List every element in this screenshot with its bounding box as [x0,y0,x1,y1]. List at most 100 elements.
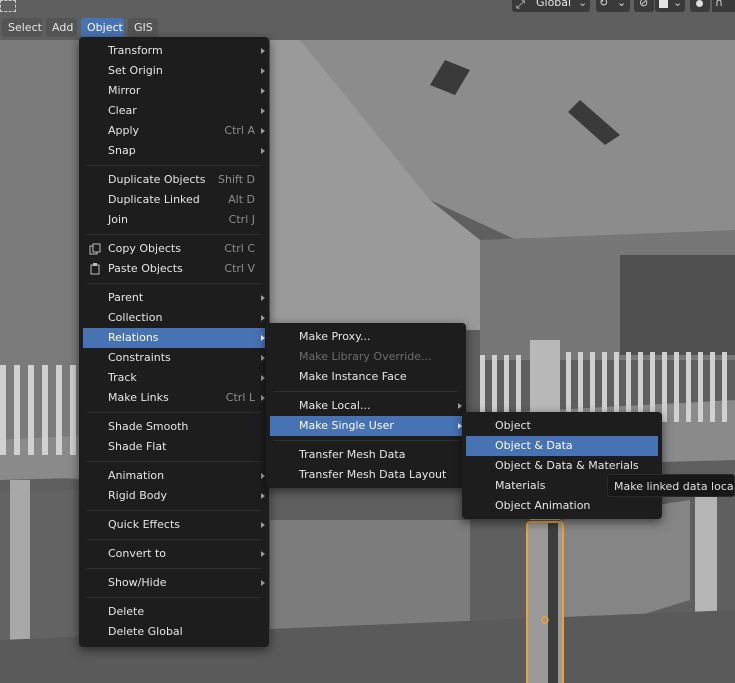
menu-item-convert-to[interactable]: Convert to [83,544,265,564]
submenu-arrow-icon [261,551,265,557]
shortcut-label: Ctrl J [228,213,255,226]
add-menu-button[interactable]: Add [46,18,77,37]
menu-item-make-instance-face[interactable]: Make Instance Face [270,367,462,387]
menu-item-parent[interactable]: Parent [83,288,265,308]
menu-item-constraints[interactable]: Constraints [83,348,265,368]
falloff-curve-icon: ∩ [715,0,724,9]
menu-item-shade-smooth[interactable]: Shade Smooth [83,417,265,437]
gis-menu-button[interactable]: GIS [128,18,158,37]
transform-orientation-dropdown[interactable]: ⤢ Global ⌄ [512,0,590,12]
menu-item-transfer-mesh-data[interactable]: Transfer Mesh Data [270,445,462,465]
menu-item-label: Transfer Mesh Data Layout [299,468,447,481]
menu-item-object-data-materials[interactable]: Object & Data & Materials [466,456,658,476]
submenu-arrow-icon [261,335,265,341]
menu-item-transform[interactable]: Transform [83,41,265,61]
menu-item-object-and-data[interactable]: Object & Data [466,436,658,456]
menu-item-label: Transfer Mesh Data [299,448,406,461]
menu-item-set-origin[interactable]: Set Origin [83,61,265,81]
submenu-arrow-icon [261,68,265,74]
magnet-icon: ⊘ [639,0,649,9]
menu-item-label: Transform [108,44,163,57]
select-menu-button[interactable]: Select [2,18,42,37]
menu-item-object[interactable]: Object [466,416,658,436]
snap-toggle[interactable]: ⊘ [634,0,654,12]
menu-item-label: Shade Smooth [108,420,189,433]
menu-item-label: Set Origin [108,64,163,77]
menu-item-label: Object Animation [495,499,591,512]
menu-item-delete-global[interactable]: Delete Global [83,622,265,642]
menu-item-make-links[interactable]: Make Links Ctrl L [83,388,265,408]
menu-item-label: Show/Hide [108,576,167,589]
mode-icon[interactable] [0,0,16,12]
menu-item-label: Clear [108,104,137,117]
proportional-edit-toggle[interactable] [690,0,710,12]
pivot-icon: ↻ [599,0,609,9]
menu-item-duplicate-objects[interactable]: Duplicate Objects Shift D [83,170,265,190]
menu-separator [87,234,261,235]
paste-icon [90,263,100,275]
menu-item-label: Materials [495,479,546,492]
menu-separator [87,568,261,569]
falloff-dropdown[interactable]: ∩ [712,0,735,12]
shortcut-label: Shift D [218,173,255,186]
menu-item-shade-flat[interactable]: Shade Flat [83,437,265,457]
submenu-arrow-icon [261,493,265,499]
menu-item-delete[interactable]: Delete [83,602,265,622]
submenu-arrow-icon [261,148,265,154]
menu-item-label: Relations [108,331,159,344]
menu-item-collection[interactable]: Collection [83,308,265,328]
menu-item-label: Make Local... [299,399,371,412]
object-menu-button[interactable]: Object [81,18,124,37]
snap-element-dropdown[interactable]: ⌄ [655,0,685,12]
menu-item-label: Make Proxy... [299,330,371,343]
menu-item-make-proxy[interactable]: Make Proxy... [270,327,462,347]
menu-item-apply[interactable]: Apply Ctrl A [83,121,265,141]
menu-separator [274,391,458,392]
submenu-arrow-icon [261,88,265,94]
menu-item-label: Make Links [108,391,169,404]
shortcut-label: Ctrl V [224,262,255,275]
submenu-arrow-icon [261,473,265,479]
menu-item-animation[interactable]: Animation [83,466,265,486]
menu-item-label: Object & Data [495,439,573,452]
menu-item-label: Duplicate Objects [108,173,206,186]
menu-item-label: Convert to [108,547,167,560]
menu-separator [87,412,261,413]
menu-separator [87,283,261,284]
menu-item-paste-objects[interactable]: Paste Objects Ctrl V [83,259,265,279]
menu-item-copy-objects[interactable]: Copy Objects Ctrl C [83,239,265,259]
viewport-header: Select Add Object GIS ⤢ Global ⌄ ↻ ⌄ ⊘ ⌄… [0,0,735,40]
menu-item-transfer-mesh-data-layout[interactable]: Transfer Mesh Data Layout [270,465,462,485]
shortcut-label: Alt D [228,193,255,206]
menu-separator [87,539,261,540]
submenu-arrow-icon [261,395,265,401]
menu-item-label: Object & Data & Materials [495,459,639,472]
menu-separator [87,597,261,598]
menu-item-track[interactable]: Track [83,368,265,388]
menu-item-duplicate-linked[interactable]: Duplicate Linked Alt D [83,190,265,210]
menu-item-clear[interactable]: Clear [83,101,265,121]
menu-item-mirror[interactable]: Mirror [83,81,265,101]
pivot-dropdown[interactable]: ↻ ⌄ [596,0,630,12]
submenu-arrow-icon [261,375,265,381]
chevron-down-icon: ⌄ [617,0,627,9]
menu-item-snap[interactable]: Snap [83,141,265,161]
menu-item-label: Apply [108,124,140,137]
menu-item-relations[interactable]: Relations [83,328,265,348]
menu-item-label: Duplicate Linked [108,193,200,206]
menu-item-label: Paste Objects [108,262,183,275]
menu-item-show-hide[interactable]: Show/Hide [83,573,265,593]
menu-item-label: Rigid Body [108,489,167,502]
submenu-arrow-icon [261,355,265,361]
tooltip: Make linked data local [607,474,735,497]
menu-item-make-single-user[interactable]: Make Single User [270,416,462,436]
proportional-icon [696,0,703,7]
submenu-arrow-icon [261,108,265,114]
menu-item-object-animation[interactable]: Object Animation [466,496,658,516]
menu-item-rigid-body[interactable]: Rigid Body [83,486,265,506]
menu-item-make-local[interactable]: Make Local... [270,396,462,416]
menu-item-quick-effects[interactable]: Quick Effects [83,515,265,535]
menu-item-label: Shade Flat [108,440,167,453]
menu-item-join[interactable]: Join Ctrl J [83,210,265,230]
submenu-arrow-icon [458,403,462,409]
